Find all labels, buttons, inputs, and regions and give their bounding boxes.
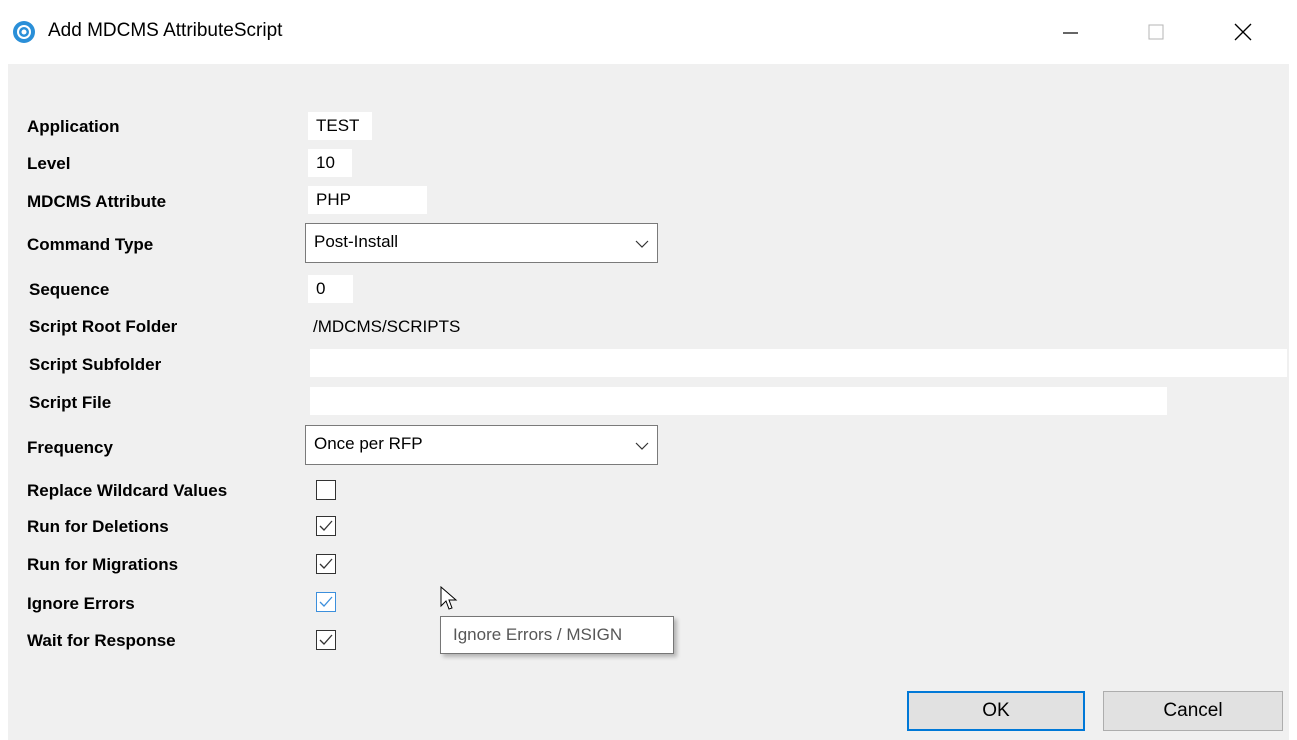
chevron-down-icon: [635, 240, 649, 248]
replace-wildcard-checkbox[interactable]: [316, 480, 336, 500]
script-file-label: Script File: [29, 393, 112, 412]
close-icon: [1234, 23, 1252, 41]
checkmark-icon: [319, 520, 333, 531]
mdcms-attribute-label: MDCMS Attribute: [27, 192, 167, 211]
checkmark-icon: [319, 596, 333, 607]
ignore-errors-checkbox[interactable]: [316, 592, 336, 612]
run-for-migrations-label: Run for Migrations: [27, 555, 179, 574]
sequence-label: Sequence: [29, 280, 110, 299]
command-type-label: Command Type: [27, 235, 154, 254]
script-root-folder-value: /MDCMS/SCRIPTS: [313, 317, 461, 336]
command-type-value: Post-Install: [314, 232, 399, 251]
maximize-icon: [1148, 24, 1164, 40]
script-file-input[interactable]: [310, 387, 1167, 415]
ok-button[interactable]: OK: [907, 691, 1085, 731]
minimize-icon: [1063, 32, 1078, 34]
maximize-button[interactable]: [1136, 12, 1182, 52]
mdcms-attribute-value: PHP: [308, 186, 427, 214]
frequency-select[interactable]: Once per RFP: [305, 425, 658, 465]
application-label: Application: [27, 117, 120, 136]
level-value: 10: [308, 149, 352, 177]
script-subfolder-label: Script Subfolder: [29, 355, 162, 374]
ignore-errors-label: Ignore Errors: [27, 594, 135, 613]
mouse-cursor-icon: [440, 586, 458, 610]
sequence-input[interactable]: 0: [308, 275, 353, 303]
script-root-folder-label: Script Root Folder: [29, 317, 178, 336]
close-button[interactable]: [1222, 12, 1268, 52]
level-label: Level: [27, 154, 71, 173]
application-value: TEST: [308, 112, 372, 140]
checkmark-icon: [319, 634, 333, 645]
chevron-down-icon: [635, 442, 649, 450]
run-for-deletions-checkbox[interactable]: [316, 516, 336, 536]
script-subfolder-input[interactable]: [310, 349, 1287, 377]
window-edge: [1289, 64, 1297, 740]
app-icon: [13, 21, 35, 43]
minimize-button[interactable]: [1046, 12, 1092, 52]
command-type-select[interactable]: Post-Install: [305, 223, 658, 263]
wait-for-response-checkbox[interactable]: [316, 630, 336, 650]
wait-for-response-label: Wait for Response: [27, 631, 176, 650]
run-for-deletions-label: Run for Deletions: [27, 517, 169, 536]
replace-wildcard-label: Replace Wildcard Values: [27, 481, 228, 500]
window-title: Add MDCMS AttributeScript: [48, 20, 283, 41]
run-for-migrations-checkbox[interactable]: [316, 554, 336, 574]
cancel-button[interactable]: Cancel: [1103, 691, 1283, 731]
title-bar: Add MDCMS AttributeScript: [0, 0, 1297, 64]
tooltip: Ignore Errors / MSIGN: [440, 616, 674, 654]
frequency-label: Frequency: [27, 438, 113, 457]
checkmark-icon: [319, 558, 333, 569]
frequency-value: Once per RFP: [314, 434, 423, 453]
